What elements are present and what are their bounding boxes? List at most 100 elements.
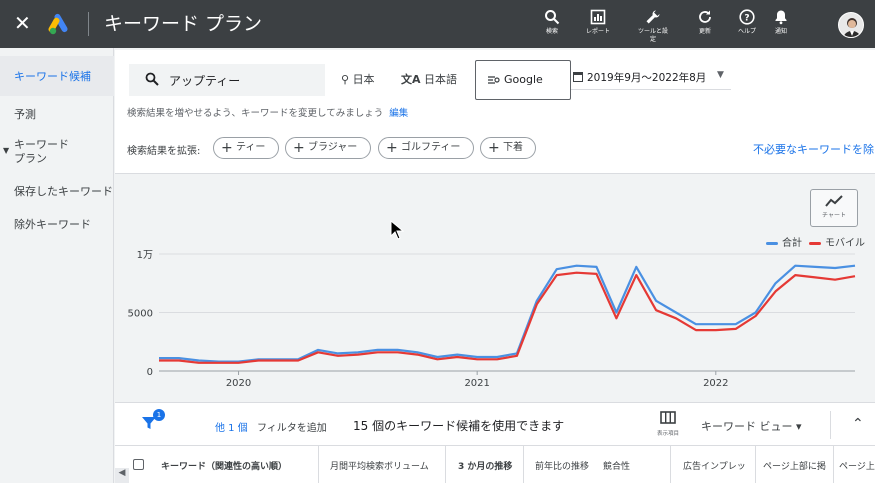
date-range-selector[interactable]: 2019年9月～2022年8月 ▼ xyxy=(571,70,731,90)
x-tick-label: 2020 xyxy=(226,378,251,389)
expand-label: 検索結果を拡張: xyxy=(127,146,201,157)
sidebar-item-label: キーワード プラン xyxy=(14,138,69,165)
keyword-value: アップティー xyxy=(169,74,241,88)
y-tick-label: 5000 xyxy=(128,309,153,320)
hint-text: 検索結果を増やせるよう、キーワードを変更してみましょう xyxy=(127,108,384,119)
search-hint: 検索結果を増やせるよう、キーワードを変更してみましょう 編集 xyxy=(127,105,408,119)
keyword-table-header: キーワード（関連性の高い順） 月間平均検索ボリューム 3 か月の推移 前年比の推… xyxy=(115,446,875,483)
column-divider xyxy=(833,446,834,483)
columns-button[interactable]: 表示項目 xyxy=(651,411,685,437)
expand-chip-brassiere[interactable]: + ブラジャー xyxy=(285,137,371,159)
search-tool-label: 検索 xyxy=(545,28,558,35)
google-ads-logo xyxy=(48,13,72,35)
search-card: アップティー ⚲ 日本 文A 日本語 Google 2019年9月～2022年8… xyxy=(115,50,875,174)
column-header-keyword[interactable]: キーワード（関連性の高い順） xyxy=(161,459,287,472)
language-filter[interactable]: 文A 日本語 xyxy=(401,71,457,87)
plus-icon: + xyxy=(293,140,305,156)
more-filters-link[interactable]: 他 1 個 xyxy=(215,419,248,434)
y-tick-label: 1万 xyxy=(137,250,153,261)
legend-swatch xyxy=(809,241,821,245)
columns-label: 表示項目 xyxy=(656,431,679,437)
legend-total: 合計 xyxy=(766,234,802,249)
chart-toggle-button[interactable]: チャート xyxy=(810,189,858,227)
column-divider xyxy=(755,446,756,483)
close-icon[interactable]: ✕ xyxy=(14,12,31,34)
bell-icon xyxy=(775,10,787,25)
report-tool[interactable]: レポート xyxy=(578,9,618,36)
edit-link[interactable]: 編集 xyxy=(389,108,408,119)
location-pin-icon: ⚲ xyxy=(341,73,350,86)
legend-swatch xyxy=(766,241,778,245)
legend-mobile: モバイル xyxy=(809,234,865,249)
search-icon xyxy=(145,72,159,86)
column-header-competition[interactable]: 競合性 xyxy=(603,459,630,472)
column-divider xyxy=(670,446,671,483)
legend-label: 合計 xyxy=(782,238,802,249)
network-value: Google xyxy=(504,73,543,86)
location-value: 日本 xyxy=(352,73,375,86)
trend-chart: 0 5000 1万 2020 2021 2022 チャート 合計 モバイル xyxy=(115,176,875,402)
sidebar-item-keyword-plan[interactable]: ▼ キーワード プラン xyxy=(0,138,114,168)
legend-label: モバイル xyxy=(825,238,865,249)
plus-icon: + xyxy=(386,140,398,156)
date-range-value: 2019年9月～2022年8月 xyxy=(587,72,707,84)
sidebar-item-label: 予測 xyxy=(14,108,36,121)
column-header-yoy-trend[interactable]: 前年比の推移 xyxy=(535,459,589,472)
caret-down-icon: ▼ xyxy=(3,146,10,155)
x-tick-label: 2022 xyxy=(703,378,728,389)
keyword-view-dropdown[interactable]: キーワード ビュー ▾ xyxy=(701,418,802,434)
column-divider xyxy=(445,446,446,483)
sidebar-item-label: 除外キーワード xyxy=(14,218,91,231)
search-tool[interactable]: 検索 xyxy=(532,9,572,36)
expand-chip-tee[interactable]: + ティー xyxy=(213,137,279,159)
tools-settings[interactable]: ツールと設 定 xyxy=(633,9,673,44)
collapse-icon[interactable]: ⌃ xyxy=(852,416,864,432)
sidebar-item-forecast[interactable]: 予測 xyxy=(0,106,114,128)
trend-line-icon xyxy=(825,195,843,207)
chart-svg: 0 5000 1万 2020 2021 2022 xyxy=(128,250,856,389)
chip-label: 下着 xyxy=(503,142,523,153)
expand-chip-golf-tee[interactable]: + ゴルフティー xyxy=(378,137,474,159)
series-line-total xyxy=(159,264,856,363)
negative-keywords-link[interactable]: 不必要なキーワードを除 xyxy=(753,141,874,157)
top-bar: ✕ キーワード プラン 検索 レポート ツールと設 定 更新 ? ヘルプ 通知 xyxy=(0,0,875,48)
refresh-tool[interactable]: 更新 xyxy=(685,9,725,36)
sidebar-item-saved-keywords[interactable]: 保存したキーワード xyxy=(0,183,114,199)
title-divider xyxy=(88,12,89,36)
network-icon xyxy=(488,76,500,84)
column-divider xyxy=(318,446,319,483)
calendar-icon xyxy=(573,72,583,82)
column-header-top-of-page-high[interactable]: ページ上 xyxy=(839,459,875,472)
select-all-checkbox[interactable] xyxy=(133,459,144,470)
plus-icon: + xyxy=(221,140,233,156)
mouse-cursor-icon xyxy=(390,220,404,240)
chevron-down-icon: ▼ xyxy=(717,70,724,80)
help-icon: ? xyxy=(739,9,755,25)
available-keywords-text: 15 個のキーワード候補を使用できます xyxy=(353,419,565,433)
network-selector[interactable]: Google xyxy=(475,60,571,100)
divider xyxy=(830,411,831,439)
refresh-icon xyxy=(699,10,711,23)
y-tick-label: 0 xyxy=(147,367,153,378)
avatar[interactable] xyxy=(838,12,864,38)
column-header-ad-impression[interactable]: 広告インプレッ xyxy=(683,459,746,472)
column-header-monthly-volume[interactable]: 月間平均検索ボリューム xyxy=(330,459,429,472)
sidebar-item-label: キーワード候補 xyxy=(14,70,91,83)
keyword-search-input[interactable]: アップティー xyxy=(129,64,325,96)
expand-chip-underwear[interactable]: + 下着 xyxy=(480,137,536,159)
plus-icon: + xyxy=(488,140,500,156)
sidebar-item-keyword-ideas[interactable]: キーワード候補 xyxy=(0,56,114,96)
add-filter-button[interactable]: フィルタを追加 xyxy=(257,419,327,434)
wrench-icon xyxy=(646,10,660,24)
notifications-tool[interactable]: 通知 xyxy=(761,9,801,36)
keyword-results-bar: 1 他 1 個 フィルタを追加 15 個のキーワード候補を使用できます 表示項目… xyxy=(115,402,875,446)
notifications-tool-label: 通知 xyxy=(774,28,787,35)
location-filter[interactable]: ⚲ 日本 xyxy=(341,71,375,87)
language-value: 日本語 xyxy=(424,73,458,86)
column-header-3-month-trend[interactable]: 3 か月の推移 xyxy=(458,459,512,472)
scroll-left-icon[interactable]: ◀ xyxy=(115,468,129,483)
column-header-top-of-page-low[interactable]: ページ上部に掲 xyxy=(763,459,826,472)
sidebar-item-negative-keywords[interactable]: 除外キーワード xyxy=(0,216,114,232)
sidebar-item-label: 保存したキーワード xyxy=(14,185,113,198)
refresh-tool-label: 更新 xyxy=(698,28,711,35)
